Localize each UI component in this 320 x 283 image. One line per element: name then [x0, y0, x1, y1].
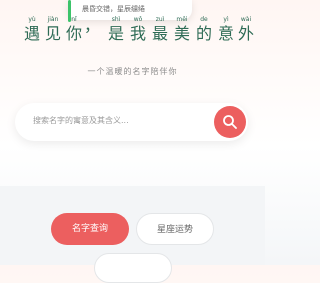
headline-hanzi: 意 — [217, 24, 234, 43]
headline-pinyin: yì — [223, 16, 229, 23]
headline-char: měi 美 — [172, 16, 192, 44]
headline-hanzi: 我 — [129, 24, 146, 43]
headline-char: yì 意 — [216, 16, 236, 44]
headline-hanzi: 遇 — [23, 24, 40, 43]
headline-pinyin: wài — [240, 16, 252, 23]
headline-char: zuì 最 — [150, 16, 170, 44]
headline-char: yù 遇 — [22, 16, 42, 44]
horoscope-button[interactable]: 星座运势 — [136, 213, 214, 245]
more-button[interactable] — [94, 253, 172, 283]
headline-char: nǐ 你 — [64, 16, 84, 44]
headline-pinyin: de — [200, 16, 208, 23]
headline-pinyin: zuì — [155, 16, 165, 23]
headline-char: ， — [82, 16, 102, 36]
subtitle: 一个温暖的名字陪伴你 — [87, 67, 178, 76]
headline-hanzi: 是 — [107, 24, 124, 43]
headline-char: de 的 — [194, 16, 214, 44]
headline-char: shì 是 — [106, 16, 126, 44]
search-icon — [223, 115, 237, 129]
toast-text: 晨昏交错，星辰缱绻 — [82, 5, 145, 13]
headline-char: wài 外 — [236, 16, 256, 44]
headline-pinyin: yù — [28, 16, 36, 23]
headline-pinyin: shì — [111, 16, 121, 23]
search-bar[interactable]: 搜索名字的寓意及其含义... — [15, 103, 248, 141]
headline-hanzi: ， — [83, 16, 100, 35]
search-button[interactable] — [214, 106, 246, 138]
headline-pinyin: nǐ — [71, 16, 77, 23]
headline-char: jiàn 见 — [43, 16, 63, 44]
headline-char: wǒ 我 — [128, 16, 148, 44]
headline: yù 遇 jiàn 见 nǐ 你 ， shì 是 wǒ 我 zuì 最 měi … — [22, 16, 254, 48]
headline-hanzi: 见 — [44, 24, 61, 43]
headline-pinyin: měi — [176, 16, 188, 23]
headline-hanzi: 美 — [173, 24, 190, 43]
headline-hanzi: 的 — [195, 24, 212, 43]
headline-hanzi: 最 — [151, 24, 168, 43]
name-query-button[interactable]: 名字查询 — [51, 213, 129, 245]
headline-pinyin: jiàn — [47, 16, 59, 23]
search-input[interactable]: 搜索名字的寓意及其含义... — [33, 115, 129, 126]
headline-pinyin: wǒ — [133, 16, 143, 23]
headline-hanzi: 你 — [65, 24, 82, 43]
headline-hanzi: 外 — [237, 24, 254, 43]
